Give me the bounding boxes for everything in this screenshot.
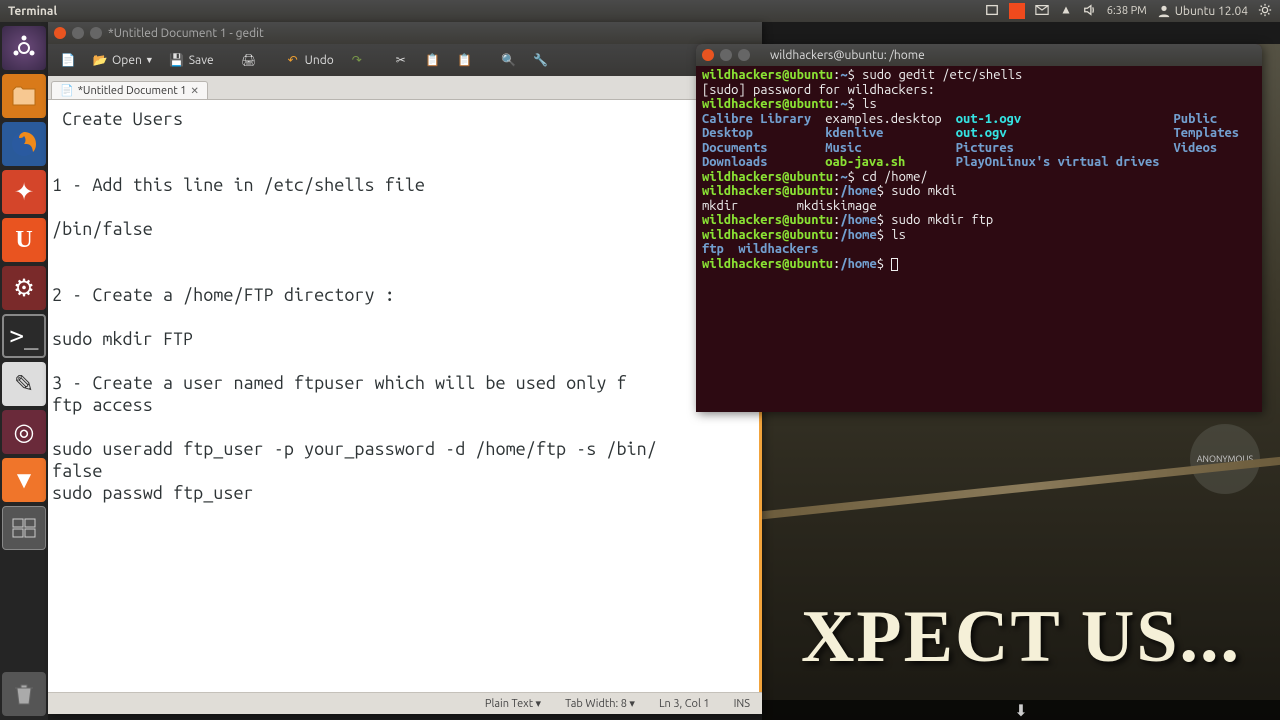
new-button[interactable]: 📄 [54, 49, 82, 71]
close-icon[interactable] [702, 49, 714, 61]
terminal-window: wildhackers@ubuntu: /home wildhackers@ub… [696, 44, 1262, 412]
paste-button[interactable]: 📋 [451, 49, 479, 71]
gear-icon[interactable] [1258, 3, 1272, 20]
close-icon[interactable] [54, 27, 66, 39]
app-launcher-2[interactable]: ◎ [2, 410, 46, 454]
status-language[interactable]: Plain Text ▾ [485, 697, 541, 710]
gedit-titlebar[interactable]: *Untitled Document 1 - gedit [48, 22, 762, 44]
active-app-menu[interactable]: Terminal [8, 5, 57, 18]
gedit-window: *Untitled Document 1 - gedit 📄 📂Open▼ 💾S… [48, 22, 762, 714]
tab-close-icon[interactable]: ✕ [190, 85, 198, 97]
clock[interactable]: 6:38 PM [1107, 5, 1147, 17]
dash-home[interactable] [2, 26, 46, 70]
status-cursor-pos: Ln 3, Col 1 [659, 698, 710, 710]
files-launcher[interactable] [2, 74, 46, 118]
record-indicator[interactable] [1009, 3, 1025, 19]
gedit-title: *Untitled Document 1 - gedit [108, 27, 264, 40]
maximize-icon[interactable] [738, 49, 750, 61]
maximize-icon[interactable] [90, 27, 102, 39]
tab-label: *Untitled Document 1 [78, 85, 187, 97]
trash-launcher[interactable] [2, 672, 46, 716]
terminal-cursor [891, 258, 898, 271]
cut-button[interactable]: ✂ [387, 49, 415, 71]
top-panel: Terminal 6:38 PM Ubuntu 12.04 [0, 0, 1280, 22]
open-button[interactable]: 📂Open▼ [86, 49, 159, 71]
status-tabwidth[interactable]: Tab Width: 8 ▾ [565, 697, 635, 710]
undo-button[interactable]: ↶Undo [279, 49, 339, 71]
tab-untitled[interactable]: 📄 *Untitled Document 1 ✕ [51, 81, 208, 99]
unity-launcher: ✦ U ⚙ >_ ✎ ◎ ▼ [0, 22, 48, 720]
minimize-icon[interactable] [72, 27, 84, 39]
gedit-tabbar: 📄 *Untitled Document 1 ✕ [48, 76, 762, 100]
screenshot-icon[interactable] [985, 3, 999, 20]
app-launcher-1[interactable]: ✦ [2, 170, 46, 214]
sound-icon[interactable] [1083, 3, 1097, 20]
workspace-switcher[interactable] [2, 506, 46, 550]
wallpaper-bow [762, 455, 1280, 521]
file-icon: 📄 [60, 84, 74, 97]
print-button[interactable]: 🖨 [235, 49, 263, 71]
wallpaper-text: XPECT US... [762, 595, 1280, 680]
anonymous-badge: ANONYMOUS [1190, 424, 1260, 494]
redo-button[interactable]: ↷ [343, 49, 371, 71]
terminal-titlebar[interactable]: wildhackers@ubuntu: /home [696, 44, 1262, 66]
ubuntu-software-launcher[interactable]: U [2, 218, 46, 262]
status-insert-mode: INS [734, 698, 750, 710]
bottom-bar: ⬇ [762, 700, 1280, 720]
app-launcher-3[interactable]: ▼ [2, 458, 46, 502]
network-icon[interactable] [1059, 3, 1073, 20]
download-icon[interactable]: ⬇ [1014, 701, 1027, 720]
session-menu[interactable]: Ubuntu 12.04 [1157, 4, 1248, 18]
copy-button[interactable]: 📋 [419, 49, 447, 71]
terminal-body[interactable]: wildhackers@ubuntu:~$ sudo gedit /etc/sh… [696, 66, 1262, 273]
indicator-area: 6:38 PM Ubuntu 12.04 [985, 3, 1272, 20]
mail-icon[interactable] [1035, 3, 1049, 20]
firefox-launcher[interactable] [2, 122, 46, 166]
minimize-icon[interactable] [720, 49, 732, 61]
terminal-title: wildhackers@ubuntu: /home [770, 49, 925, 62]
gedit-toolbar: 📄 📂Open▼ 💾Save 🖨 ↶Undo ↷ ✂ 📋 📋 🔍 🔧 [48, 44, 762, 76]
replace-button[interactable]: 🔧 [527, 49, 555, 71]
find-button[interactable]: 🔍 [495, 49, 523, 71]
editor-textarea[interactable]: Create Users 1 - Add this line in /etc/s… [48, 100, 762, 692]
gedit-launcher[interactable]: ✎ [2, 362, 46, 406]
terminal-launcher[interactable]: >_ [2, 314, 46, 358]
settings-launcher[interactable]: ⚙ [2, 266, 46, 310]
save-button[interactable]: 💾Save [163, 49, 219, 71]
gedit-statusbar: Plain Text ▾ Tab Width: 8 ▾ Ln 3, Col 1 … [48, 692, 762, 714]
